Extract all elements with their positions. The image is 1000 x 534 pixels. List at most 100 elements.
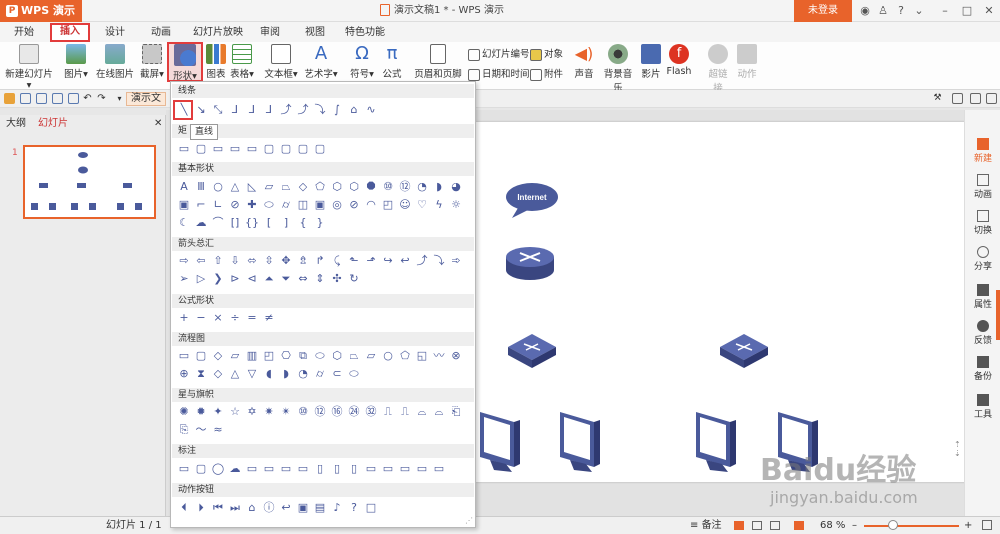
line-callout-2-icon[interactable]: ▭: [262, 462, 276, 476]
round-snip-rectangle-icon[interactable]: ▢: [262, 142, 276, 156]
double-wave-icon[interactable]: ≈: [211, 423, 225, 437]
action-back-icon[interactable]: ⏴: [177, 501, 191, 515]
stored-data-icon[interactable]: ◖: [262, 367, 276, 381]
vertical-textbox-icon[interactable]: Ⅲ: [194, 180, 208, 194]
star-8-icon[interactable]: ✴: [279, 405, 293, 419]
vertical-scroll-icon[interactable]: ⎗: [449, 405, 463, 419]
bevel-icon[interactable]: ▣: [313, 198, 327, 212]
border-callout-3-icon[interactable]: ▭: [398, 462, 412, 476]
zoom-slider-handle[interactable]: [888, 520, 898, 530]
accent-callout-2-icon[interactable]: ▯: [330, 462, 344, 476]
curved-ribbon-up-icon[interactable]: ⌓: [415, 405, 429, 419]
slide-thumbnail[interactable]: [23, 145, 156, 219]
screenshot-button[interactable]: 截屏▾: [140, 44, 164, 80]
brush-icon[interactable]: ⚒: [932, 93, 943, 104]
left-arrow-icon[interactable]: ⇦: [194, 254, 208, 268]
action-end-icon[interactable]: ⏭: [228, 501, 242, 515]
left-brace-icon[interactable]: {: [296, 216, 310, 230]
alternate-process-icon[interactable]: ▢: [194, 349, 208, 363]
notes-button[interactable]: ≡ 备注: [690, 517, 722, 534]
elbow-arrow-icon[interactable]: ⅃: [245, 103, 259, 117]
quad-callout-icon[interactable]: ✣: [330, 272, 344, 286]
star-4-icon[interactable]: ✦: [211, 405, 225, 419]
collate-icon[interactable]: ⧗: [194, 367, 208, 381]
l-shape-icon[interactable]: ∟: [211, 198, 225, 212]
sound-button[interactable]: ◀) 声音: [572, 44, 596, 80]
teardrop-icon[interactable]: ◕: [449, 180, 463, 194]
down-arrow-icon[interactable]: ⇩: [228, 254, 242, 268]
star-24-icon[interactable]: ㉔: [347, 405, 361, 419]
merge-icon[interactable]: ▽: [245, 367, 259, 381]
pie-icon[interactable]: ◔: [415, 180, 429, 194]
document-shape-icon[interactable]: ⎔: [279, 349, 293, 363]
magnetic-disk-icon[interactable]: ⌭: [313, 367, 327, 381]
slide-number-button[interactable]: 幻灯片编号: [468, 46, 530, 61]
rounded-callout-icon[interactable]: ▢: [194, 462, 208, 476]
border-callout-2-icon[interactable]: ▭: [381, 462, 395, 476]
predefined-process-icon[interactable]: ▥: [245, 349, 259, 363]
up-down-callout-icon[interactable]: ⇕: [313, 272, 327, 286]
minus-icon[interactable]: −: [194, 311, 208, 325]
oval-callout-icon[interactable]: ◯: [211, 462, 225, 476]
print-icon[interactable]: [52, 93, 63, 104]
sidebar-tools[interactable]: 工具: [965, 394, 1000, 420]
double-arrow-line-icon[interactable]: ⤡: [211, 103, 225, 117]
round-rectangle-3-icon[interactable]: ▢: [296, 142, 310, 156]
heart-icon[interactable]: ♡: [415, 198, 429, 212]
slides-tab[interactable]: 幻灯片: [38, 117, 68, 131]
close-panel-icon[interactable]: ✕: [154, 117, 162, 131]
not-equal-icon[interactable]: ≠: [262, 311, 276, 325]
action-document-icon[interactable]: ▤: [313, 501, 327, 515]
down-callout-arrow-icon[interactable]: ⏷: [279, 272, 293, 286]
arrow-line-icon[interactable]: ↘: [194, 103, 208, 117]
online-picture-button[interactable]: 在线图片: [96, 44, 134, 80]
line-icon[interactable]: ╲: [177, 103, 191, 117]
new-slide-button[interactable]: 新建幻灯片▾: [4, 44, 54, 91]
multidocument-icon[interactable]: ⧉: [296, 349, 310, 363]
left-right-callout-icon[interactable]: ⇔: [296, 272, 310, 286]
maximize-icon[interactable]: □: [958, 0, 976, 22]
fit-window-icon[interactable]: [982, 520, 992, 530]
divide-icon[interactable]: ÷: [228, 311, 242, 325]
shirt-icon[interactable]: ♙: [874, 0, 892, 22]
line-callout-1-icon[interactable]: ▭: [245, 462, 259, 476]
punched-tape-icon[interactable]: 〰: [432, 349, 446, 363]
right-triangle-icon[interactable]: ◺: [245, 180, 259, 194]
curved-ribbon-down-icon[interactable]: ⌓: [432, 405, 446, 419]
tab-view[interactable]: 视图: [300, 24, 330, 42]
normal-view-icon[interactable]: [734, 521, 744, 530]
star-16-icon[interactable]: ⑯: [330, 405, 344, 419]
star-7-icon[interactable]: ✷: [262, 405, 276, 419]
close-icon[interactable]: ✕: [980, 0, 998, 22]
arc-icon[interactable]: ⌒: [211, 216, 225, 230]
symbol-button[interactable]: Ω 符号▾: [350, 44, 374, 81]
sidebar-share[interactable]: 分享: [965, 246, 1000, 272]
zoom-slider[interactable]: [864, 525, 959, 527]
no-symbol-icon[interactable]: ⊘: [347, 198, 361, 212]
rect-callout-icon[interactable]: ▭: [177, 462, 191, 476]
sorter-view-icon[interactable]: [752, 521, 762, 530]
left-right-arrow-icon[interactable]: ⬄: [245, 254, 259, 268]
decision-icon[interactable]: ◇: [211, 349, 225, 363]
art-text-button[interactable]: A 艺术字▾: [304, 44, 338, 81]
preparation-icon[interactable]: ⬡: [330, 349, 344, 363]
manual-operation-icon[interactable]: ⏥: [364, 349, 378, 363]
redo-icon[interactable]: ↷: [96, 93, 107, 104]
skin-icon[interactable]: ◉: [856, 0, 874, 22]
play-icon[interactable]: [794, 521, 804, 530]
action-button[interactable]: 动作: [736, 44, 758, 80]
left-bracket-icon[interactable]: [: [262, 216, 276, 230]
wave-icon[interactable]: 〜: [194, 423, 208, 437]
tool-icon-2[interactable]: [970, 93, 981, 104]
striped-right-arrow-icon[interactable]: ➾: [449, 254, 463, 268]
sidebar-feedback[interactable]: 反馈: [965, 320, 1000, 346]
sidebar-new[interactable]: 新建: [965, 138, 1000, 164]
header-footer-button[interactable]: 页眉和页脚: [414, 44, 462, 80]
oval-icon[interactable]: ○: [211, 180, 225, 194]
up-down-arrow-icon[interactable]: ⇳: [262, 254, 276, 268]
left-callout-arrow-icon[interactable]: ⊲: [245, 272, 259, 286]
line-callout-4-icon[interactable]: ▭: [296, 462, 310, 476]
ribbon-down-icon[interactable]: ⎍: [398, 405, 412, 419]
left-right-up-arrow-icon[interactable]: ⇯: [296, 254, 310, 268]
notched-arrow-icon[interactable]: ➢: [177, 272, 191, 286]
